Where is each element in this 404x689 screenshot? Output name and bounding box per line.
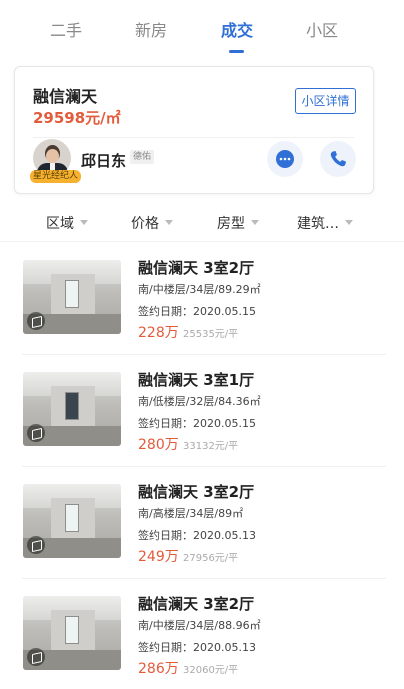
agent-company-tag: 德佑 [130,150,155,164]
listing-title: 融信澜天 3室2厅 [138,595,255,613]
listing-photo[interactable] [23,260,121,334]
listing-unit-price: 27956元/平 [183,553,239,564]
chat-bubble-icon [276,150,294,168]
community-name: 融信澜天 [33,87,98,106]
deal-list: 融信澜天 3室2厅 南/中楼层/34层/89.29㎡ 签约日期：2020.05.… [0,243,404,689]
card-divider [33,137,355,138]
tab-new-homes[interactable]: 新房 [121,17,181,41]
filter-area-label: 区域 [46,216,74,232]
community-detail-button[interactable]: 小区详情 [295,88,356,114]
filter-layout-label: 房型 [217,216,245,232]
listing-title: 融信澜天 3室2厅 [138,259,255,277]
caret-down-icon [165,219,173,225]
listing-info: 南/低楼层/32层/84.36㎡ [138,395,261,408]
listing-sign-date: 签约日期：2020.05.13 [138,641,256,654]
listing-total-price: 286万 [138,661,179,677]
listing-title: 融信澜天 3室1厅 [138,371,255,389]
vr-tour-icon [27,536,45,554]
vr-tour-icon [27,648,45,666]
listing-info: 南/中楼层/34层/89.29㎡ [138,283,261,296]
listing-sign-date: 签约日期：2020.05.15 [138,417,256,430]
listing-total-price: 228万 [138,325,179,341]
listing-unit-price: 33132元/平 [183,441,239,452]
listing-title: 融信澜天 3室2厅 [138,483,255,501]
filter-layout[interactable]: 房型 [217,213,259,233]
caret-down-icon [80,219,88,225]
caret-down-icon [345,219,353,225]
listing-total-price: 249万 [138,549,179,565]
phone-icon [330,151,346,167]
listing-photo[interactable] [23,372,121,446]
tab-deals[interactable]: 成交 [207,17,267,41]
listing-photo[interactable] [23,596,121,670]
phone-button[interactable] [320,141,356,177]
list-item[interactable]: 融信澜天 3室2厅 南/中楼层/34层/88.96㎡ 签约日期：2020.05.… [0,579,404,689]
active-tab-indicator [229,50,244,53]
listing-sign-date: 签约日期：2020.05.15 [138,305,256,318]
chat-button[interactable] [267,141,303,177]
community-average-price: 29598元/㎡ [33,109,121,127]
listing-unit-price: 32060元/平 [183,665,239,676]
list-item[interactable]: 融信澜天 3室2厅 南/高楼层/34层/89㎡ 签约日期：2020.05.13 … [0,467,404,579]
tab-second-hand[interactable]: 二手 [36,17,96,41]
agent-name[interactable]: 邱日东 [81,150,126,171]
listing-total-price: 280万 [138,437,179,453]
community-card: 融信澜天 29598元/㎡ 小区详情 星光经纪人 邱日东 德佑 [14,66,374,194]
top-tabs: 二手 新房 成交 小区 [0,0,404,56]
filter-building-label: 建筑… [297,216,339,232]
filter-bar: 区域 价格 房型 建筑… [0,200,404,242]
caret-down-icon [251,219,259,225]
listing-photo[interactable] [23,484,121,558]
vr-tour-icon [27,312,45,330]
filter-price[interactable]: 价格 [131,213,173,233]
listing-info: 南/中楼层/34层/88.96㎡ [138,619,261,632]
tab-communities[interactable]: 小区 [292,17,352,41]
listing-unit-price: 25535元/平 [183,329,239,340]
filter-area[interactable]: 区域 [46,213,88,233]
agent-star-badge: 星光经纪人 [30,170,82,183]
filter-building[interactable]: 建筑… [297,213,353,233]
list-item[interactable]: 融信澜天 3室2厅 南/中楼层/34层/89.29㎡ 签约日期：2020.05.… [0,243,404,355]
filter-price-label: 价格 [131,216,159,232]
vr-tour-icon [27,424,45,442]
listing-info: 南/高楼层/34层/89㎡ [138,507,244,520]
list-item[interactable]: 融信澜天 3室1厅 南/低楼层/32层/84.36㎡ 签约日期：2020.05.… [0,355,404,467]
listing-sign-date: 签约日期：2020.05.13 [138,529,256,542]
